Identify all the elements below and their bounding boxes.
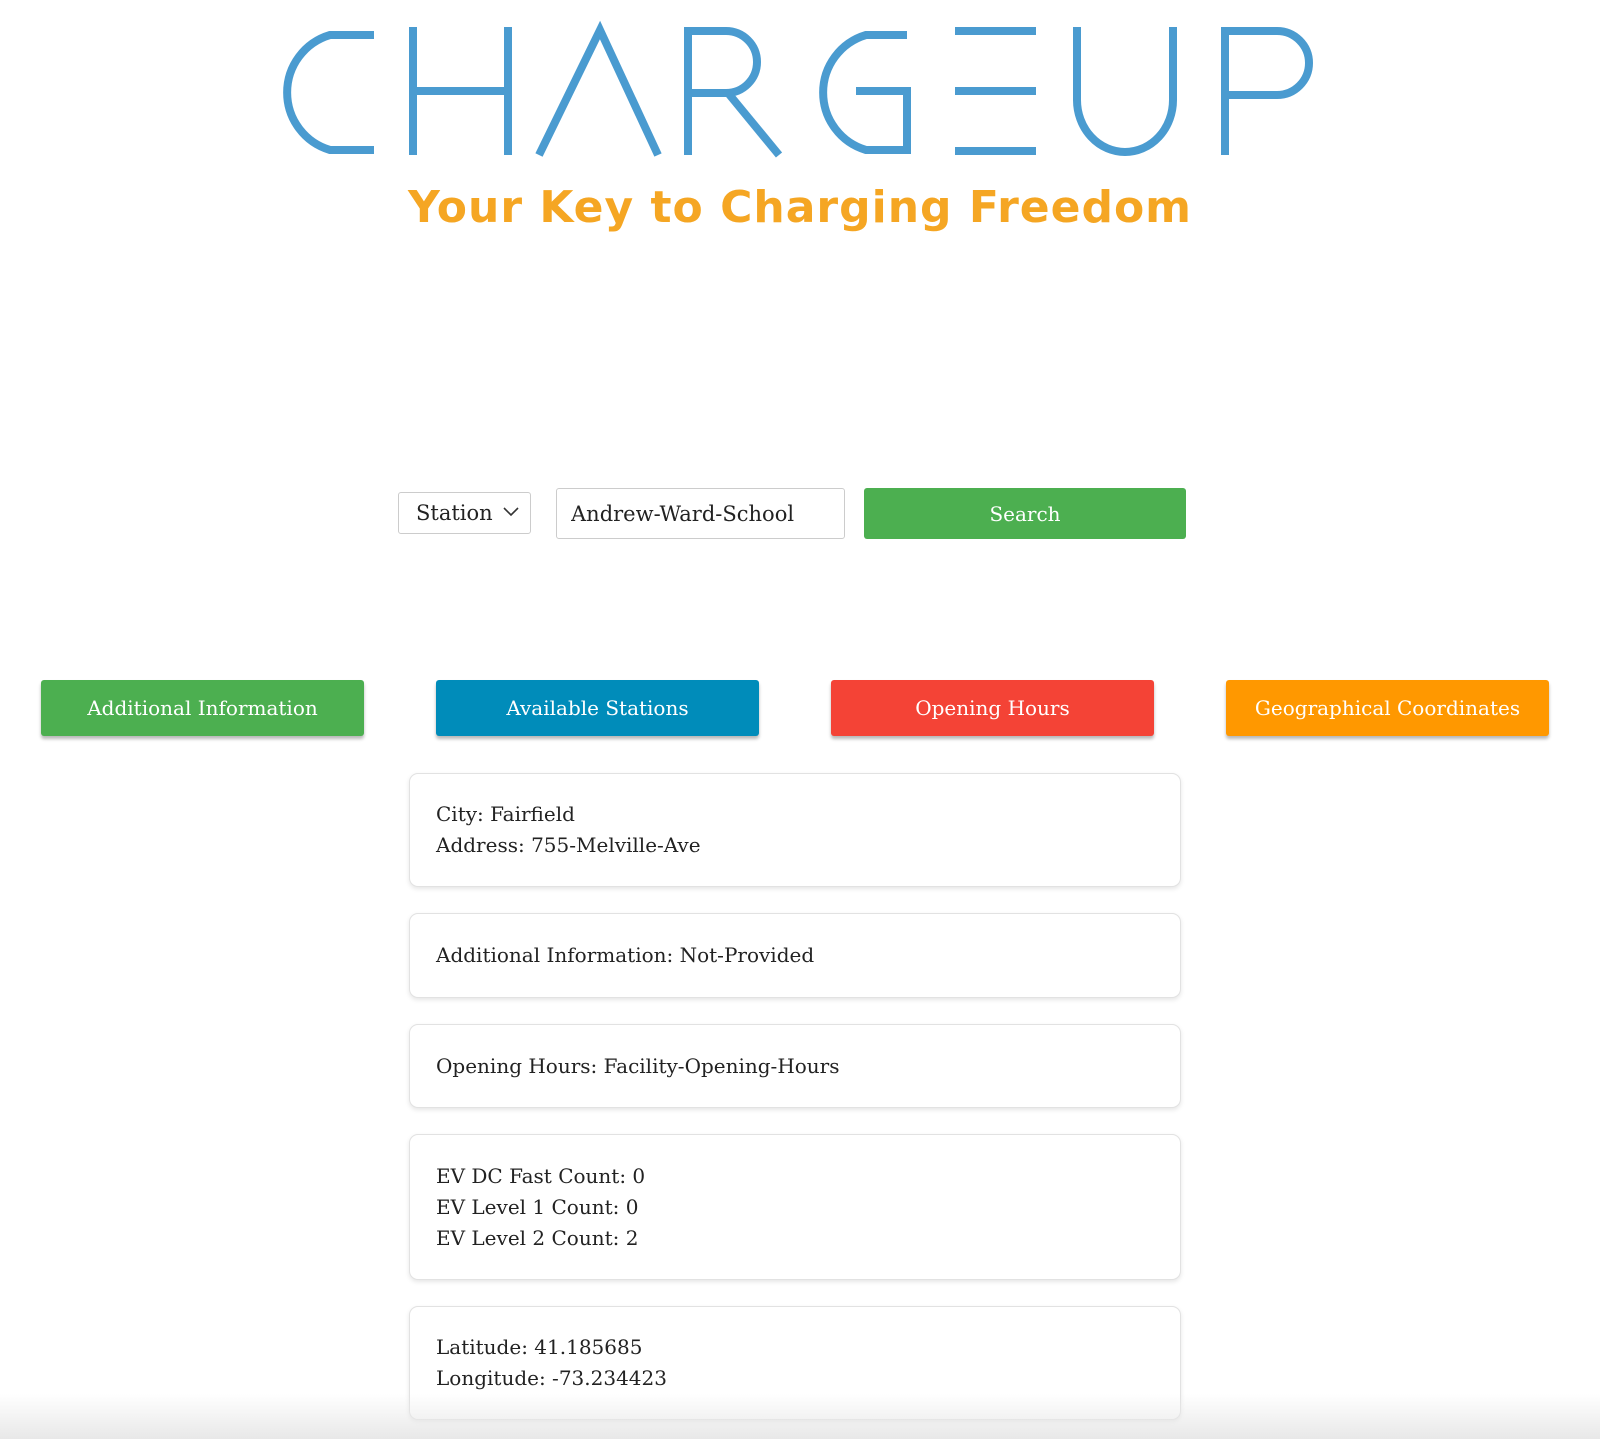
available-stations-label: Available Stations [506,696,689,720]
coordinates-card: Latitude: 41.185685 Longitude: -73.23442… [409,1306,1181,1420]
additional-info-card: Additional Information: Not-Provided [409,913,1181,998]
additional-information-button[interactable]: Additional Information [41,680,364,736]
search-type-value: Station [416,501,493,525]
search-type-select[interactable]: Station [398,492,531,534]
geographical-coordinates-label: Geographical Coordinates [1254,696,1521,720]
longitude-text: Longitude: -73.234423 [436,1366,667,1390]
tagline: Your Key to Charging Freedom [407,182,1193,233]
search-button-label: Search [989,501,1061,526]
opening-hours-card: Opening Hours: Facility-Opening-Hours [409,1024,1181,1108]
city-text: City: Fairfield [436,802,575,826]
opening-hours-button[interactable]: Opening Hours [831,680,1154,736]
stations-card: EV DC Fast Count: 0 EV Level 1 Count: 0 … [409,1134,1181,1280]
geographical-coordinates-button[interactable]: Geographical Coordinates [1226,680,1549,736]
ev-level1-count: EV Level 1 Count: 0 [436,1194,639,1219]
search-button[interactable]: Search [864,488,1186,539]
address-text: Address: 755-Melville-Ave [436,833,701,857]
search-input[interactable] [556,488,845,539]
ev-level2-count: EV Level 2 Count: 2 [436,1225,639,1250]
chevron-down-icon [503,507,519,517]
ev-dc-fast-count: EV DC Fast Count: 0 [436,1163,646,1188]
opening-hours-label: Opening Hours [915,696,1070,720]
latitude-text: Latitude: 41.185685 [436,1335,643,1359]
location-card: City: Fairfield Address: 755-Melville-Av… [409,773,1181,887]
available-stations-button[interactable]: Available Stations [436,680,759,736]
additional-information-label: Additional Information [87,696,318,720]
additional-info-text: Additional Information: Not-Provided [436,943,815,967]
opening-hours-text: Opening Hours: Facility-Opening-Hours [436,1053,840,1078]
page: Your Key to Charging Freedom Station Sea… [0,0,1600,1439]
